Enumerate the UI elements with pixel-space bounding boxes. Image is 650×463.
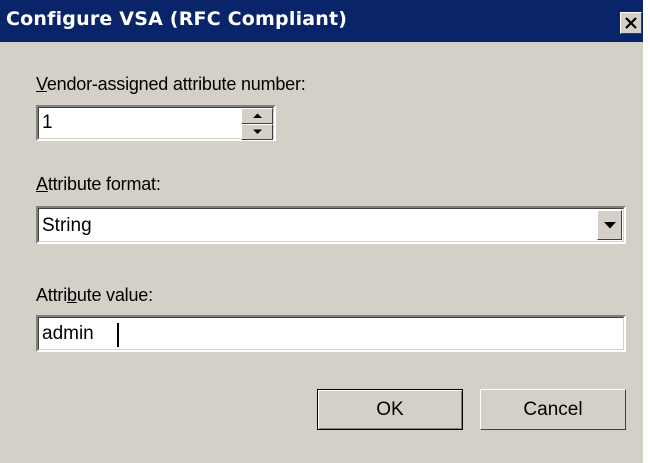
chevron-down-icon [604,222,616,229]
chevron-up-icon [253,113,262,118]
vendor-attribute-number-label-text: endor-assigned attribute number: [46,74,306,94]
vendor-attribute-number-value[interactable]: 1 [42,112,53,134]
window-title: Configure VSA (RFC Compliant) [6,8,348,30]
attribute-format-label: Attribute format: [36,174,161,195]
attribute-value-mnemonic: b [67,285,77,305]
attribute-format-dropdown[interactable]: String [36,206,626,244]
vendor-attribute-number-label: Vendor-assigned attribute number: [36,74,306,95]
close-button[interactable] [620,12,642,34]
attribute-value-input[interactable]: admin [42,323,94,345]
vendor-attribute-number-spinbox[interactable]: 1 [36,105,276,141]
attribute-value-label: Attribute value: [36,285,153,306]
vendor-attribute-number-mnemonic: V [36,74,47,94]
attribute-value-label-before: Attri [36,285,68,305]
attribute-format-label-text: ttribute format: [47,174,161,194]
spin-down-button[interactable] [241,124,273,140]
spin-up-button[interactable] [241,108,273,124]
attribute-format-selected: String [42,215,92,236]
ok-button[interactable]: OK [317,389,463,430]
attribute-format-dropdown-button[interactable] [597,210,622,240]
close-icon [625,17,637,29]
cancel-button[interactable]: Cancel [480,389,626,430]
configure-vsa-dialog: Configure VSA (RFC Compliant) Vendor-ass… [0,0,643,463]
attribute-format-mnemonic: A [36,174,48,194]
attribute-value-label-after: ute value: [76,285,153,305]
text-caret [117,323,119,347]
chevron-down-icon [253,129,262,134]
attribute-value-field[interactable]: admin [36,315,626,352]
title-bar[interactable]: Configure VSA (RFC Compliant) [0,0,643,42]
